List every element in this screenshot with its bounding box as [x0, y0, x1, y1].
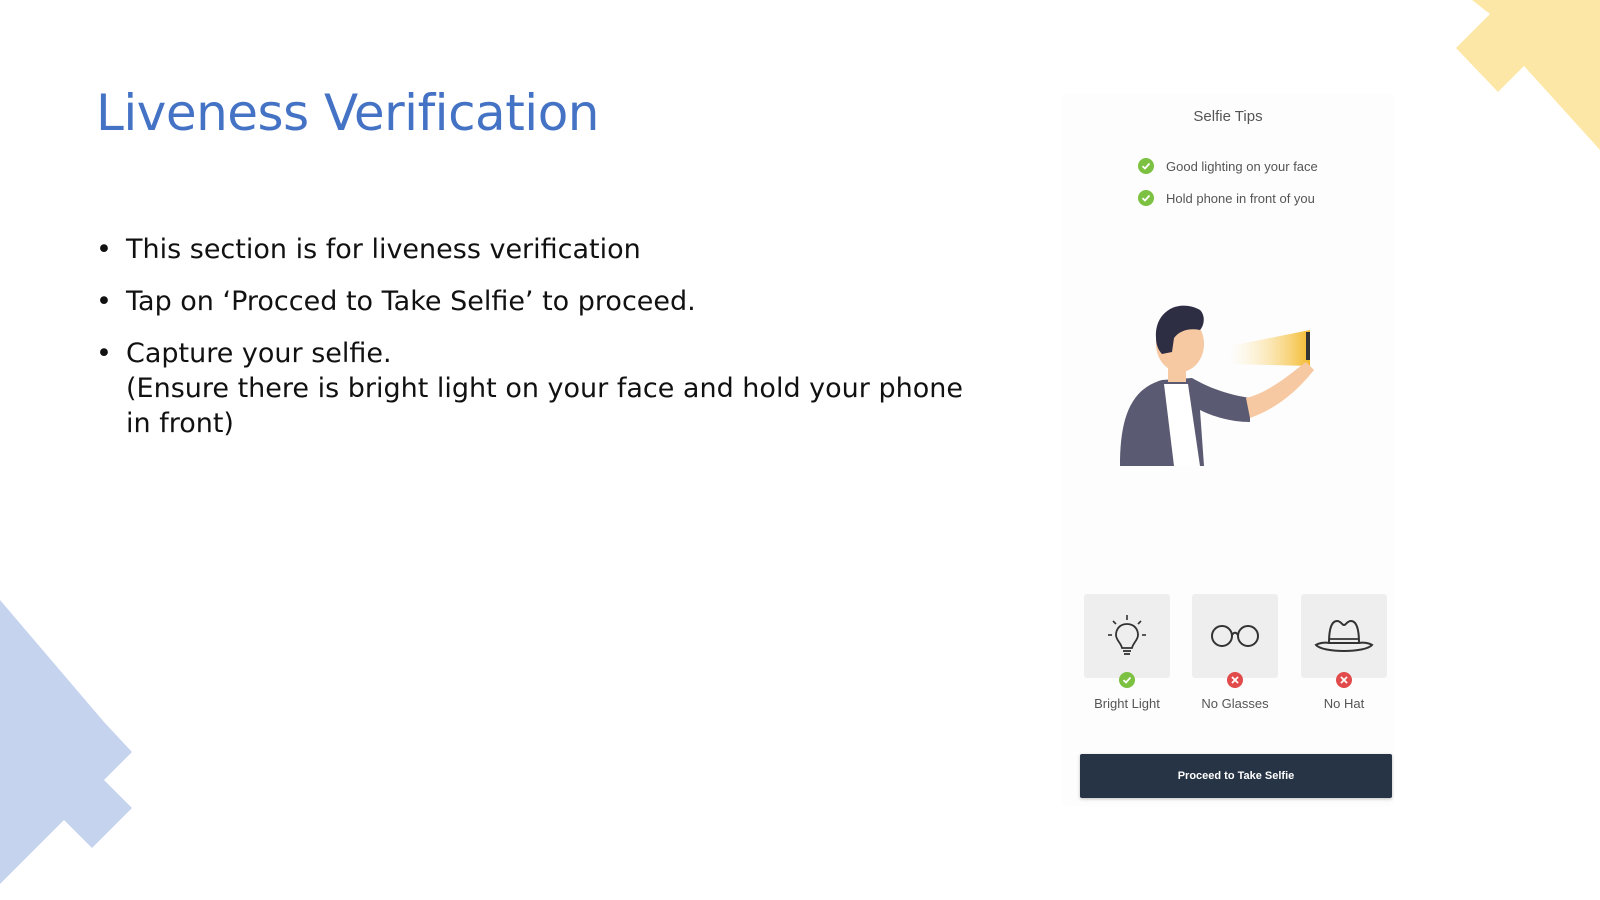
bullet-dot: • — [96, 286, 112, 317]
x-circle-icon — [1227, 672, 1243, 688]
tip-card-box — [1192, 594, 1278, 678]
tip-card-no-glasses: No Glasses — [1192, 594, 1278, 711]
check-circle-icon — [1138, 190, 1154, 206]
tip-item: Hold phone in front of you — [1138, 188, 1315, 208]
proceed-to-take-selfie-button[interactable]: Proceed to Take Selfie — [1080, 754, 1392, 798]
tip-label: Good lighting on your face — [1166, 158, 1318, 174]
selfie-tips-title: Selfie Tips — [1193, 108, 1263, 125]
bullet-list: • This section is for liveness verificat… — [96, 232, 976, 458]
lightbulb-icon — [1108, 615, 1146, 655]
x-circle-icon — [1336, 672, 1352, 688]
tip-item: Good lighting on your face — [1138, 156, 1318, 176]
tip-card-no-hat: No Hat — [1301, 594, 1387, 711]
tip-card-label: No Glasses — [1201, 696, 1269, 711]
bullet-text: This section is for liveness verificatio… — [126, 234, 641, 265]
bullet-item: • This section is for liveness verificat… — [96, 232, 976, 267]
bullet-text: Capture your selfie. — [126, 338, 392, 369]
bullet-dot: • — [96, 234, 112, 265]
tip-cards: Bright Light No Glasses No Hat — [1062, 594, 1394, 724]
tip-card-box — [1301, 594, 1387, 678]
bullet-subtext: (Ensure there is bright light on your fa… — [126, 373, 963, 439]
bullet-text: Tap on ‘Procced to Take Selfie’ to proce… — [126, 286, 696, 317]
phone-screenshot: Selfie Tips Good lighting on your face H… — [1062, 94, 1394, 806]
tip-card-label: No Hat — [1323, 696, 1365, 711]
selfie-illustration — [1120, 305, 1314, 466]
tip-card-box — [1084, 594, 1170, 678]
bullet-item: • Capture your selfie. (Ensure there is … — [96, 336, 976, 441]
slide-title: Liveness Verification — [96, 84, 599, 142]
tip-card-bright-light: Bright Light — [1084, 594, 1170, 711]
check-circle-icon — [1119, 672, 1135, 688]
bullet-dot: • — [96, 338, 112, 369]
corner-decoration-top-right — [1456, 0, 1600, 150]
corner-decoration-bottom-left — [0, 600, 132, 884]
glasses-icon — [1211, 625, 1259, 647]
check-circle-icon — [1138, 158, 1154, 174]
bullet-item: • Tap on ‘Procced to Take Selfie’ to pro… — [96, 284, 976, 319]
tip-card-label: Bright Light — [1094, 696, 1160, 711]
tip-label: Hold phone in front of you — [1166, 190, 1315, 206]
hat-icon — [1314, 619, 1374, 652]
